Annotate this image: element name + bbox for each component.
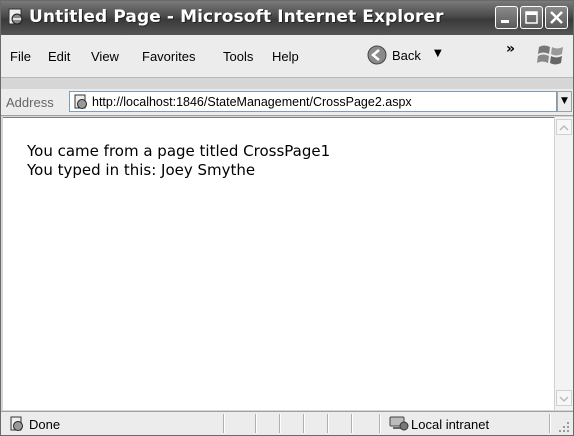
security-zone-label: Local intranet [411, 417, 490, 432]
address-input[interactable]: http://localhost:1846/StateManagement/Cr… [69, 91, 557, 112]
status-divider [255, 414, 257, 433]
windows-logo-icon [537, 45, 563, 65]
window-title: Untitled Page - Microsoft Internet Explo… [29, 7, 444, 27]
status-text: Done [29, 417, 61, 432]
status-divider [327, 414, 329, 433]
close-button[interactable] [545, 6, 568, 29]
address-url: http://localhost:1846/StateManagement/Cr… [92, 95, 412, 109]
menu-tools[interactable]: Tools [223, 49, 253, 64]
toolbar-overflow-chevron[interactable]: » [506, 41, 515, 57]
maximize-icon [525, 11, 538, 24]
address-dropdown-icon[interactable]: ▼ [557, 91, 572, 112]
page-content: You came from a page titled CrossPage1 Y… [3, 117, 554, 410]
back-label: Back [392, 48, 421, 63]
address-bar: Address http://localhost:1846/StateManag… [1, 89, 573, 116]
close-icon [550, 11, 563, 24]
status-divider [223, 414, 225, 433]
address-label: Address [6, 95, 54, 110]
vertical-scrollbar[interactable] [554, 117, 573, 410]
menu-edit[interactable]: Edit [48, 49, 70, 64]
status-divider [303, 414, 305, 433]
intranet-zone-icon [389, 416, 409, 431]
typed-text-message: You typed in this: Joey Smythe [27, 161, 256, 179]
status-divider [549, 414, 551, 433]
status-divider [379, 414, 381, 433]
chevron-up-icon [559, 124, 569, 131]
title-bar[interactable]: Untitled Page - Microsoft Internet Explo… [1, 1, 573, 35]
minimize-icon [501, 20, 509, 23]
menu-view[interactable]: View [91, 49, 119, 64]
status-bar: Done Local intranet [1, 411, 573, 435]
minimize-button[interactable] [495, 6, 518, 29]
menu-file[interactable]: File [10, 49, 31, 64]
back-button[interactable]: Back ▼ [367, 45, 451, 67]
source-page-message: You came from a page titled CrossPage1 [27, 142, 331, 160]
ie-page-icon [8, 8, 23, 25]
back-dropdown-icon[interactable]: ▼ [434, 48, 442, 59]
page-done-icon [10, 416, 23, 431]
scroll-up-button[interactable] [556, 119, 572, 135]
menu-help[interactable]: Help [272, 49, 299, 64]
menu-bar: File Edit View Favorites Tools Help Back… [1, 35, 573, 78]
resize-grip-icon[interactable] [557, 420, 571, 434]
menu-favorites[interactable]: Favorites [142, 49, 195, 64]
browser-window: Untitled Page - Microsoft Internet Explo… [0, 0, 574, 436]
page-icon [74, 94, 87, 109]
back-arrow-icon [367, 45, 387, 65]
maximize-button[interactable] [520, 6, 543, 29]
status-divider [279, 414, 281, 433]
scroll-down-button[interactable] [556, 390, 572, 406]
chevron-down-icon [559, 396, 569, 403]
status-divider [351, 414, 353, 433]
